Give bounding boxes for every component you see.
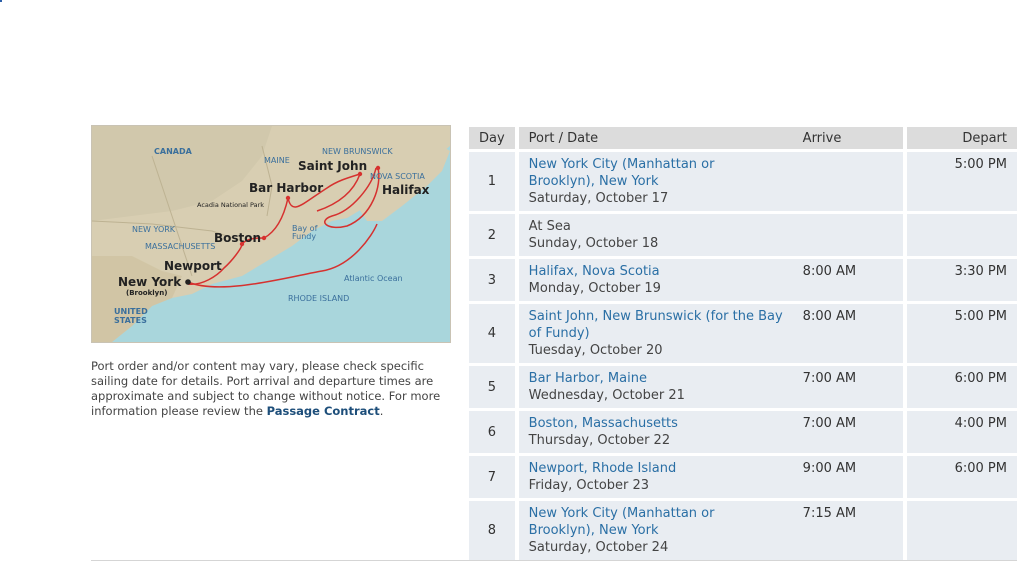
passage-contract-link[interactable]: Passage Contract (267, 404, 380, 418)
itinerary-table: Day Port / Date Arrive Depart 1 New York … (469, 124, 1017, 563)
corner-dot (0, 0, 2, 2)
map-label-united: UNITED (114, 307, 148, 316)
row-depart (902, 214, 1017, 256)
map-label-acadia: Acadia National Park (197, 201, 264, 209)
row-date: Tuesday, October 20 (528, 343, 663, 358)
row-port-link[interactable]: Halifax, Nova Scotia (529, 263, 783, 280)
map-label-brooklyn: (Brooklyn) (126, 289, 167, 297)
row-port-date: New York City (Manhattan or Brooklyn), N… (514, 501, 793, 560)
row-date: Sunday, October 18 (528, 236, 659, 251)
header-arrive: Arrive (792, 127, 903, 149)
row-arrive: 9:00 AM (792, 456, 903, 498)
map-label-nova-scotia: NOVA SCOTIA (370, 172, 425, 181)
row-arrive: 7:00 AM (792, 366, 903, 408)
row-depart: 6:00 PM (902, 366, 1017, 408)
row-day: 4 (469, 304, 515, 363)
row-date: Wednesday, October 21 (528, 388, 685, 403)
row-port-link[interactable]: Newport, Rhode Island (529, 460, 783, 477)
itinerary-header-row: Day Port / Date Arrive Depart (469, 127, 1017, 149)
header-port-date: Port / Date (514, 127, 793, 149)
map-label-atlantic: Atlantic Ocean (344, 274, 403, 283)
row-date: Monday, October 19 (528, 281, 661, 296)
row-port-link: At Sea (528, 219, 571, 234)
row-port-link[interactable]: New York City (Manhattan or Brooklyn), N… (529, 505, 783, 539)
header-depart: Depart (902, 127, 1017, 149)
map-label-new-york-state: NEW YORK (132, 225, 176, 234)
row-port-date: Saint John, New Brunswick (for the Bay o… (514, 304, 793, 363)
row-port-date: Bar Harbor, Maine Wednesday, October 21 (514, 366, 793, 408)
map-label-new-york-city: New York (118, 275, 182, 289)
row-depart: 6:00 PM (902, 456, 1017, 498)
route-map: CANADA MAINE NEW BRUNSWICK NOVA SCOTIA N… (91, 125, 451, 343)
row-port-date: At Sea Sunday, October 18 (514, 214, 793, 256)
map-label-newport: Newport (164, 259, 222, 273)
row-port-link[interactable]: New York City (Manhattan or Brooklyn), N… (529, 156, 783, 190)
itinerary-body: 1 New York City (Manhattan or Brooklyn), … (469, 152, 1017, 560)
notice-end: . (379, 404, 384, 418)
row-depart: 5:00 PM (902, 304, 1017, 363)
notice-text: Port order and/or content may vary, plea… (91, 359, 441, 418)
row-date: Friday, October 23 (528, 478, 650, 493)
row-day: 7 (469, 456, 515, 498)
itinerary-notice: Port order and/or content may vary, plea… (91, 359, 451, 419)
row-port-link[interactable]: Boston, Massachusetts (529, 415, 783, 432)
row-arrive: 7:00 AM (792, 411, 903, 453)
row-port-link[interactable]: Bar Harbor, Maine (529, 370, 783, 387)
row-depart: 4:00 PM (902, 411, 1017, 453)
map-label-fundy: Fundy (292, 232, 316, 241)
row-day: 8 (469, 501, 515, 560)
row-day: 5 (469, 366, 515, 408)
header-day: Day (469, 127, 515, 149)
row-arrive: 8:00 AM (792, 259, 903, 301)
map-label-boston: Boston (214, 231, 261, 245)
itinerary-row: 1 New York City (Manhattan or Brooklyn), … (469, 152, 1017, 211)
row-arrive (792, 152, 903, 211)
row-port-date: Newport, Rhode Island Friday, October 23 (514, 456, 793, 498)
itinerary-row: 3 Halifax, Nova Scotia Monday, October 19 8… (469, 259, 1017, 301)
map-label-maine: MAINE (264, 156, 290, 165)
map-label-states: STATES (114, 316, 147, 325)
row-day: 1 (469, 152, 515, 211)
bottom-divider (91, 560, 1017, 561)
row-depart: 5:00 PM (902, 152, 1017, 211)
itinerary-row: 6 Boston, Massachusetts Thursday, October … (469, 411, 1017, 453)
itinerary-row: 2 At Sea Sunday, October 18 (469, 214, 1017, 256)
map-label-halifax: Halifax (382, 183, 430, 197)
map-label-saint-john: Saint John (298, 159, 367, 173)
row-port-date: Halifax, Nova Scotia Monday, October 19 (514, 259, 793, 301)
row-day: 2 (469, 214, 515, 256)
row-depart (902, 501, 1017, 560)
itinerary-row: 4 Saint John, New Brunswick (for the Bay … (469, 304, 1017, 363)
row-port-date: Boston, Massachusetts Thursday, October 2… (514, 411, 793, 453)
itinerary-row: 5 Bar Harbor, Maine Wednesday, October 21 7… (469, 366, 1017, 408)
row-date: Thursday, October 22 (528, 433, 671, 448)
itinerary-row: 7 Newport, Rhode Island Friday, October 23… (469, 456, 1017, 498)
route-map-svg: CANADA MAINE NEW BRUNSWICK NOVA SCOTIA N… (92, 126, 450, 342)
row-day: 3 (469, 259, 515, 301)
row-depart: 3:30 PM (902, 259, 1017, 301)
row-day: 6 (469, 411, 515, 453)
itinerary-row: 8 New York City (Manhattan or Brooklyn), … (469, 501, 1017, 560)
map-label-new-brunswick: NEW BRUNSWICK (322, 147, 393, 156)
map-label-massachusetts: MASSACHUSETTS (145, 242, 215, 251)
map-label-rhode-island: RHODE ISLAND (288, 294, 349, 303)
map-label-canada: CANADA (154, 147, 193, 156)
row-arrive (792, 214, 903, 256)
row-port-link[interactable]: Saint John, New Brunswick (for the Bay o… (529, 308, 783, 342)
row-port-date: New York City (Manhattan or Brooklyn), N… (514, 152, 793, 211)
row-arrive: 8:00 AM (792, 304, 903, 363)
row-date: Saturday, October 17 (528, 191, 669, 206)
row-arrive: 7:15 AM (792, 501, 903, 560)
row-date: Saturday, October 24 (528, 540, 669, 555)
map-label-bar-harbor: Bar Harbor (249, 181, 323, 195)
